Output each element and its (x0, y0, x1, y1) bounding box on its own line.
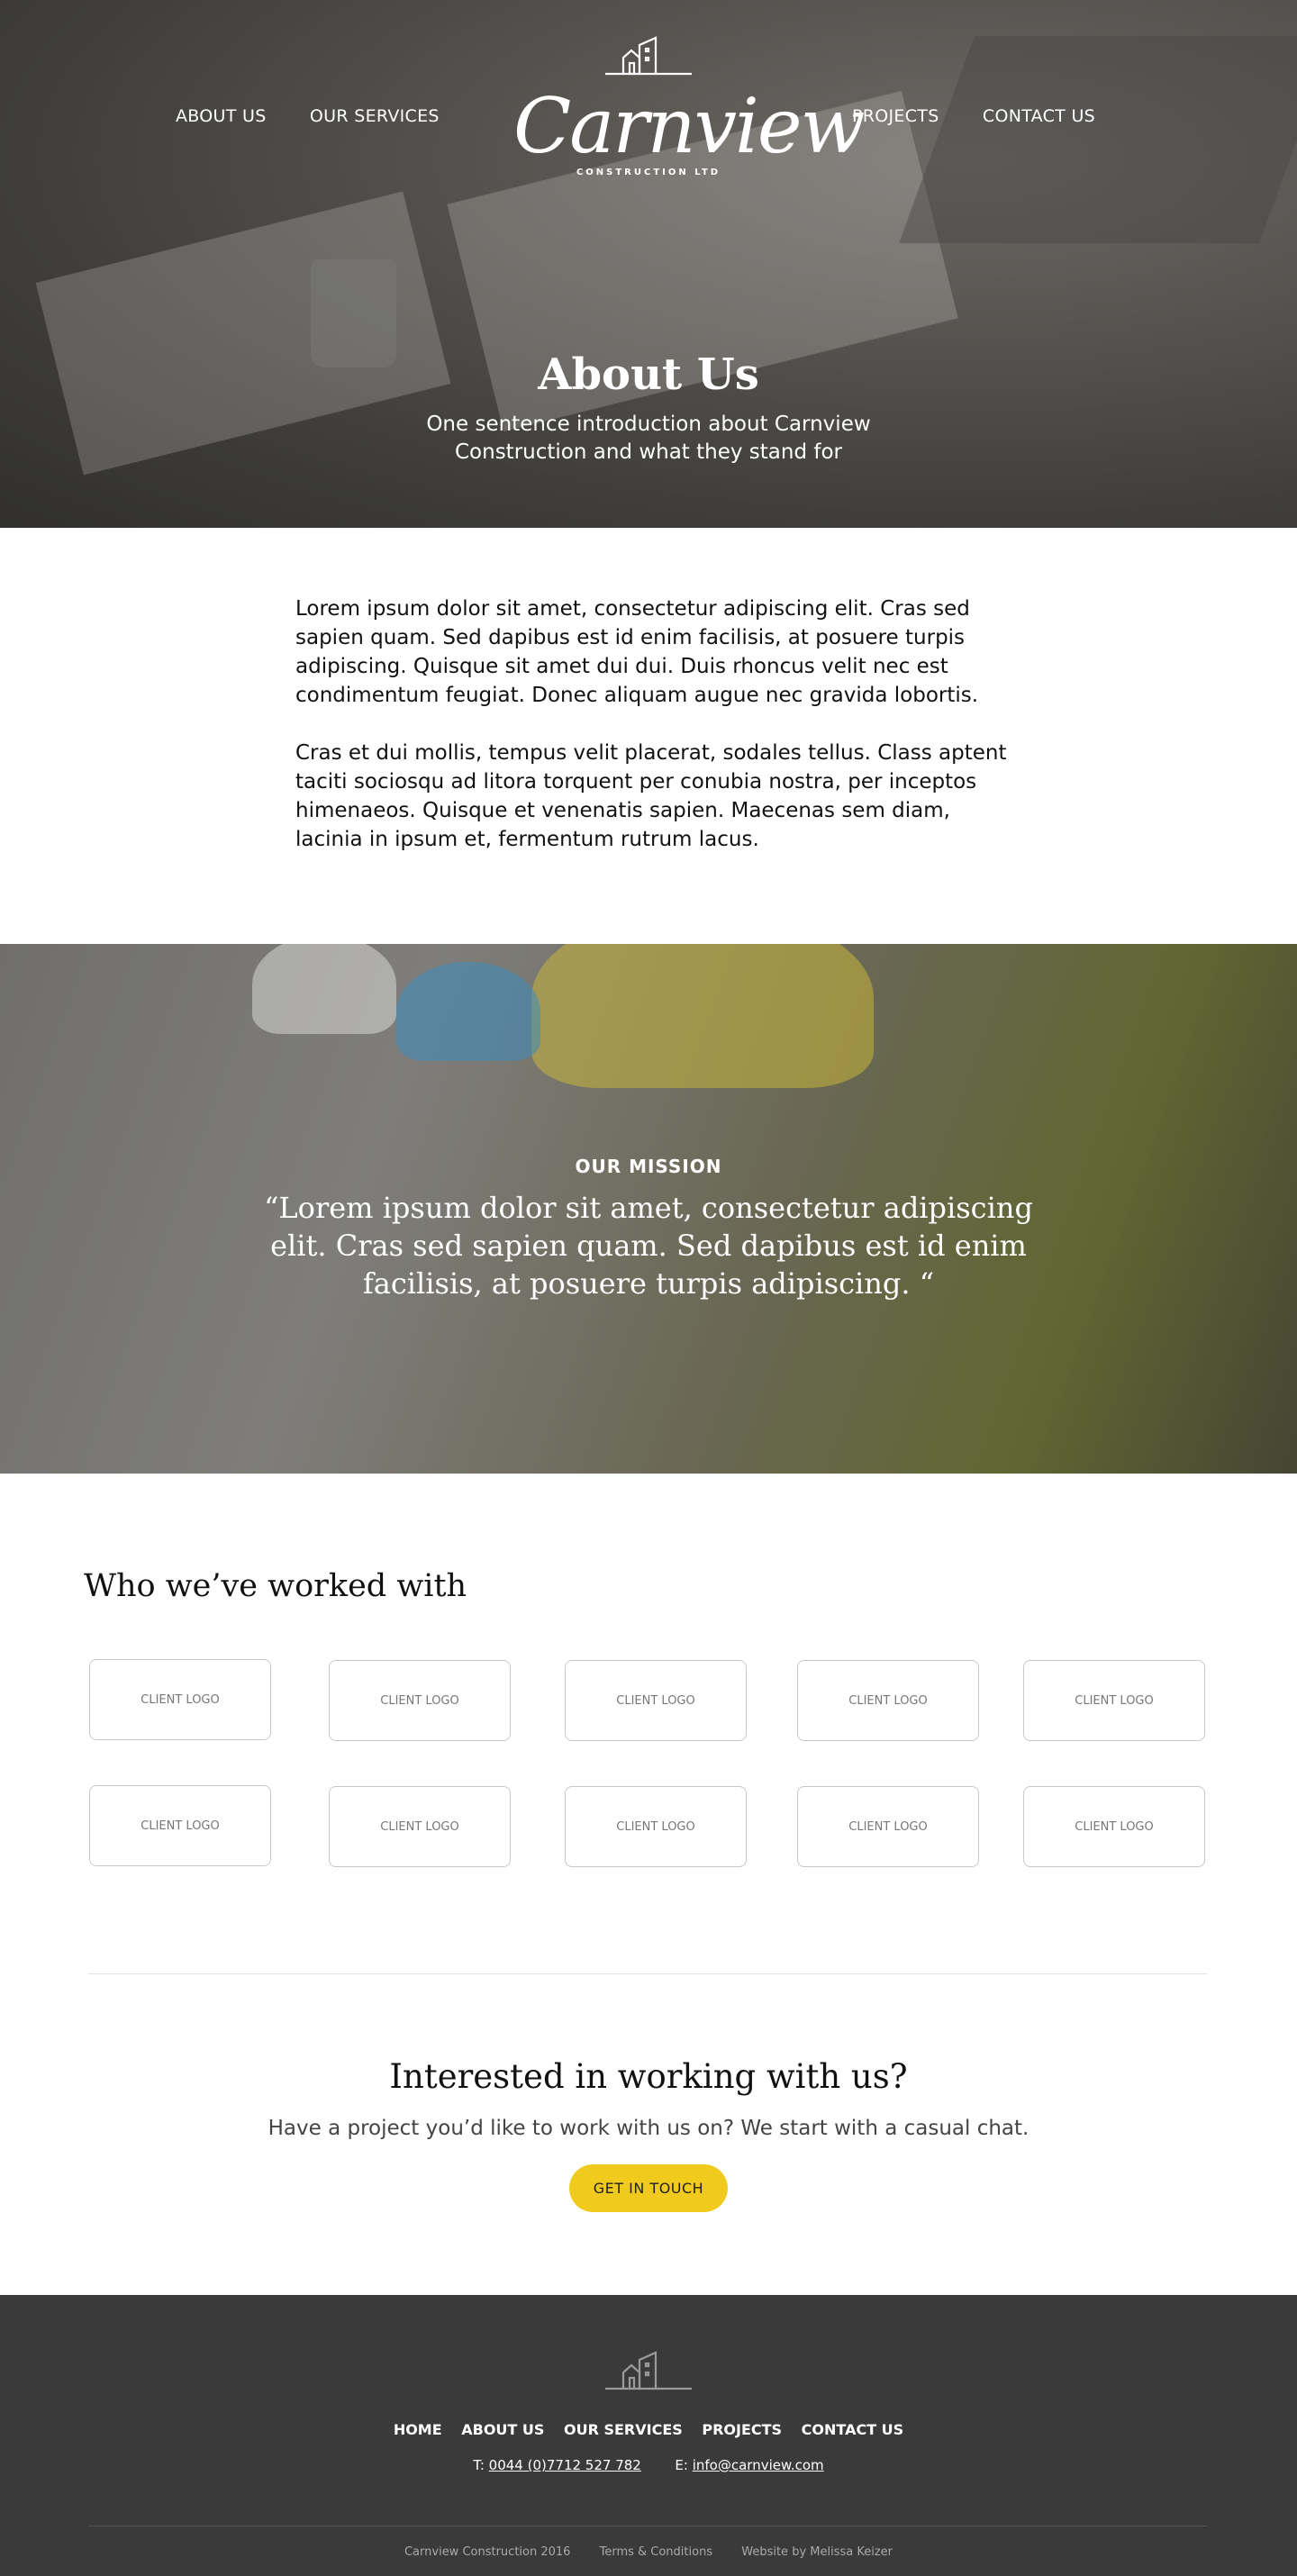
client-logo: CLIENT LOGO (329, 1786, 511, 1867)
footer-nav-projects[interactable]: PROJECTS (702, 2421, 782, 2438)
nav-our-services[interactable]: OUR SERVICES (310, 106, 440, 126)
footer-nav-home[interactable]: HOME (394, 2421, 442, 2438)
cta-section: Interested in working with us? Have a pr… (0, 1974, 1297, 2295)
site-logo[interactable]: Carnview CONSTRUCTION LTD (513, 31, 866, 177)
intro-paragraph: Lorem ipsum dolor sit amet, consectetur … (295, 597, 979, 707)
hero-background-laptop (899, 36, 1297, 243)
cta-text: Have a project you’d like to work with u… (268, 2117, 1029, 2140)
client-logo: CLIENT LOGO (329, 1660, 511, 1741)
phone-label: T: (473, 2457, 485, 2473)
nav-projects[interactable]: PROJECTS (852, 106, 939, 126)
email-label: E: (675, 2457, 688, 2473)
clients-section: Who we’ve worked with CLIENT LOGO CLIENT… (0, 1474, 1297, 1973)
background-hard-hat (252, 944, 396, 1034)
clients-heading: Who we’ve worked with (84, 1568, 467, 1604)
footer-nav-our-services[interactable]: OUR SERVICES (564, 2421, 683, 2438)
credit-text[interactable]: Website by Melissa Keizer (741, 2545, 893, 2559)
intro-section: Lorem ipsum dolor sit amet, consectetur … (0, 528, 1297, 944)
terms-link[interactable]: Terms & Conditions (600, 2545, 713, 2559)
building-icon (605, 36, 692, 76)
hero-section: ABOUT US OUR SERVICES Carnview CONSTRUCT… (0, 0, 1297, 528)
phone-link[interactable]: 0044 (0)7712 527 782 (489, 2457, 641, 2473)
background-hard-hat (396, 962, 540, 1061)
cta-heading: Interested in working with us? (389, 2057, 908, 2096)
footer-nav: HOME ABOUT US OUR SERVICES PROJECTS CONT… (0, 2421, 1297, 2438)
client-logo: CLIENT LOGO (797, 1786, 979, 1867)
logo-wordmark: Carnview (513, 82, 866, 170)
nav-about-us[interactable]: ABOUT US (176, 106, 267, 126)
footer-nav-about-us[interactable]: ABOUT US (461, 2421, 544, 2438)
mission-label: OUR MISSION (575, 1156, 722, 1177)
get-in-touch-button[interactable]: GET IN TOUCH (569, 2164, 728, 2212)
footer: HOME ABOUT US OUR SERVICES PROJECTS CONT… (0, 2295, 1297, 2576)
client-logo: CLIENT LOGO (797, 1660, 979, 1741)
client-logo: CLIENT LOGO (1023, 1786, 1205, 1867)
mission-section: OUR MISSION “Lorem ipsum dolor sit amet,… (0, 944, 1297, 1474)
email-link[interactable]: info@carnview.com (693, 2457, 824, 2473)
client-logo: CLIENT LOGO (565, 1660, 747, 1741)
background-hard-hat (531, 944, 874, 1088)
client-logo: CLIENT LOGO (89, 1659, 271, 1740)
client-logo: CLIENT LOGO (89, 1785, 271, 1866)
mission-quote: “Lorem ipsum dolor sit amet, consectetur… (264, 1191, 1033, 1301)
footer-bottom: Carnview Construction 2016 Terms & Condi… (0, 2545, 1297, 2559)
copyright-text: Carnview Construction 2016 (404, 2545, 571, 2559)
main-nav-left: ABOUT US OUR SERVICES (176, 106, 477, 126)
page-title: About Us (538, 349, 759, 400)
footer-nav-contact-us[interactable]: CONTACT US (802, 2421, 904, 2438)
main-nav-right: PROJECTS CONTACT US (852, 106, 1133, 126)
client-logo: CLIENT LOGO (1023, 1660, 1205, 1741)
footer-contact: T: 0044 (0)7712 527 782 E: info@carnview… (0, 2457, 1297, 2473)
client-logo: CLIENT LOGO (565, 1786, 747, 1867)
intro-paragraph: Cras et dui mollis, tempus velit placera… (295, 741, 1007, 851)
page-subtitle: One sentence introduction about Carnview… (426, 413, 871, 464)
building-icon[interactable] (603, 2345, 694, 2394)
nav-contact-us[interactable]: CONTACT US (983, 106, 1095, 126)
